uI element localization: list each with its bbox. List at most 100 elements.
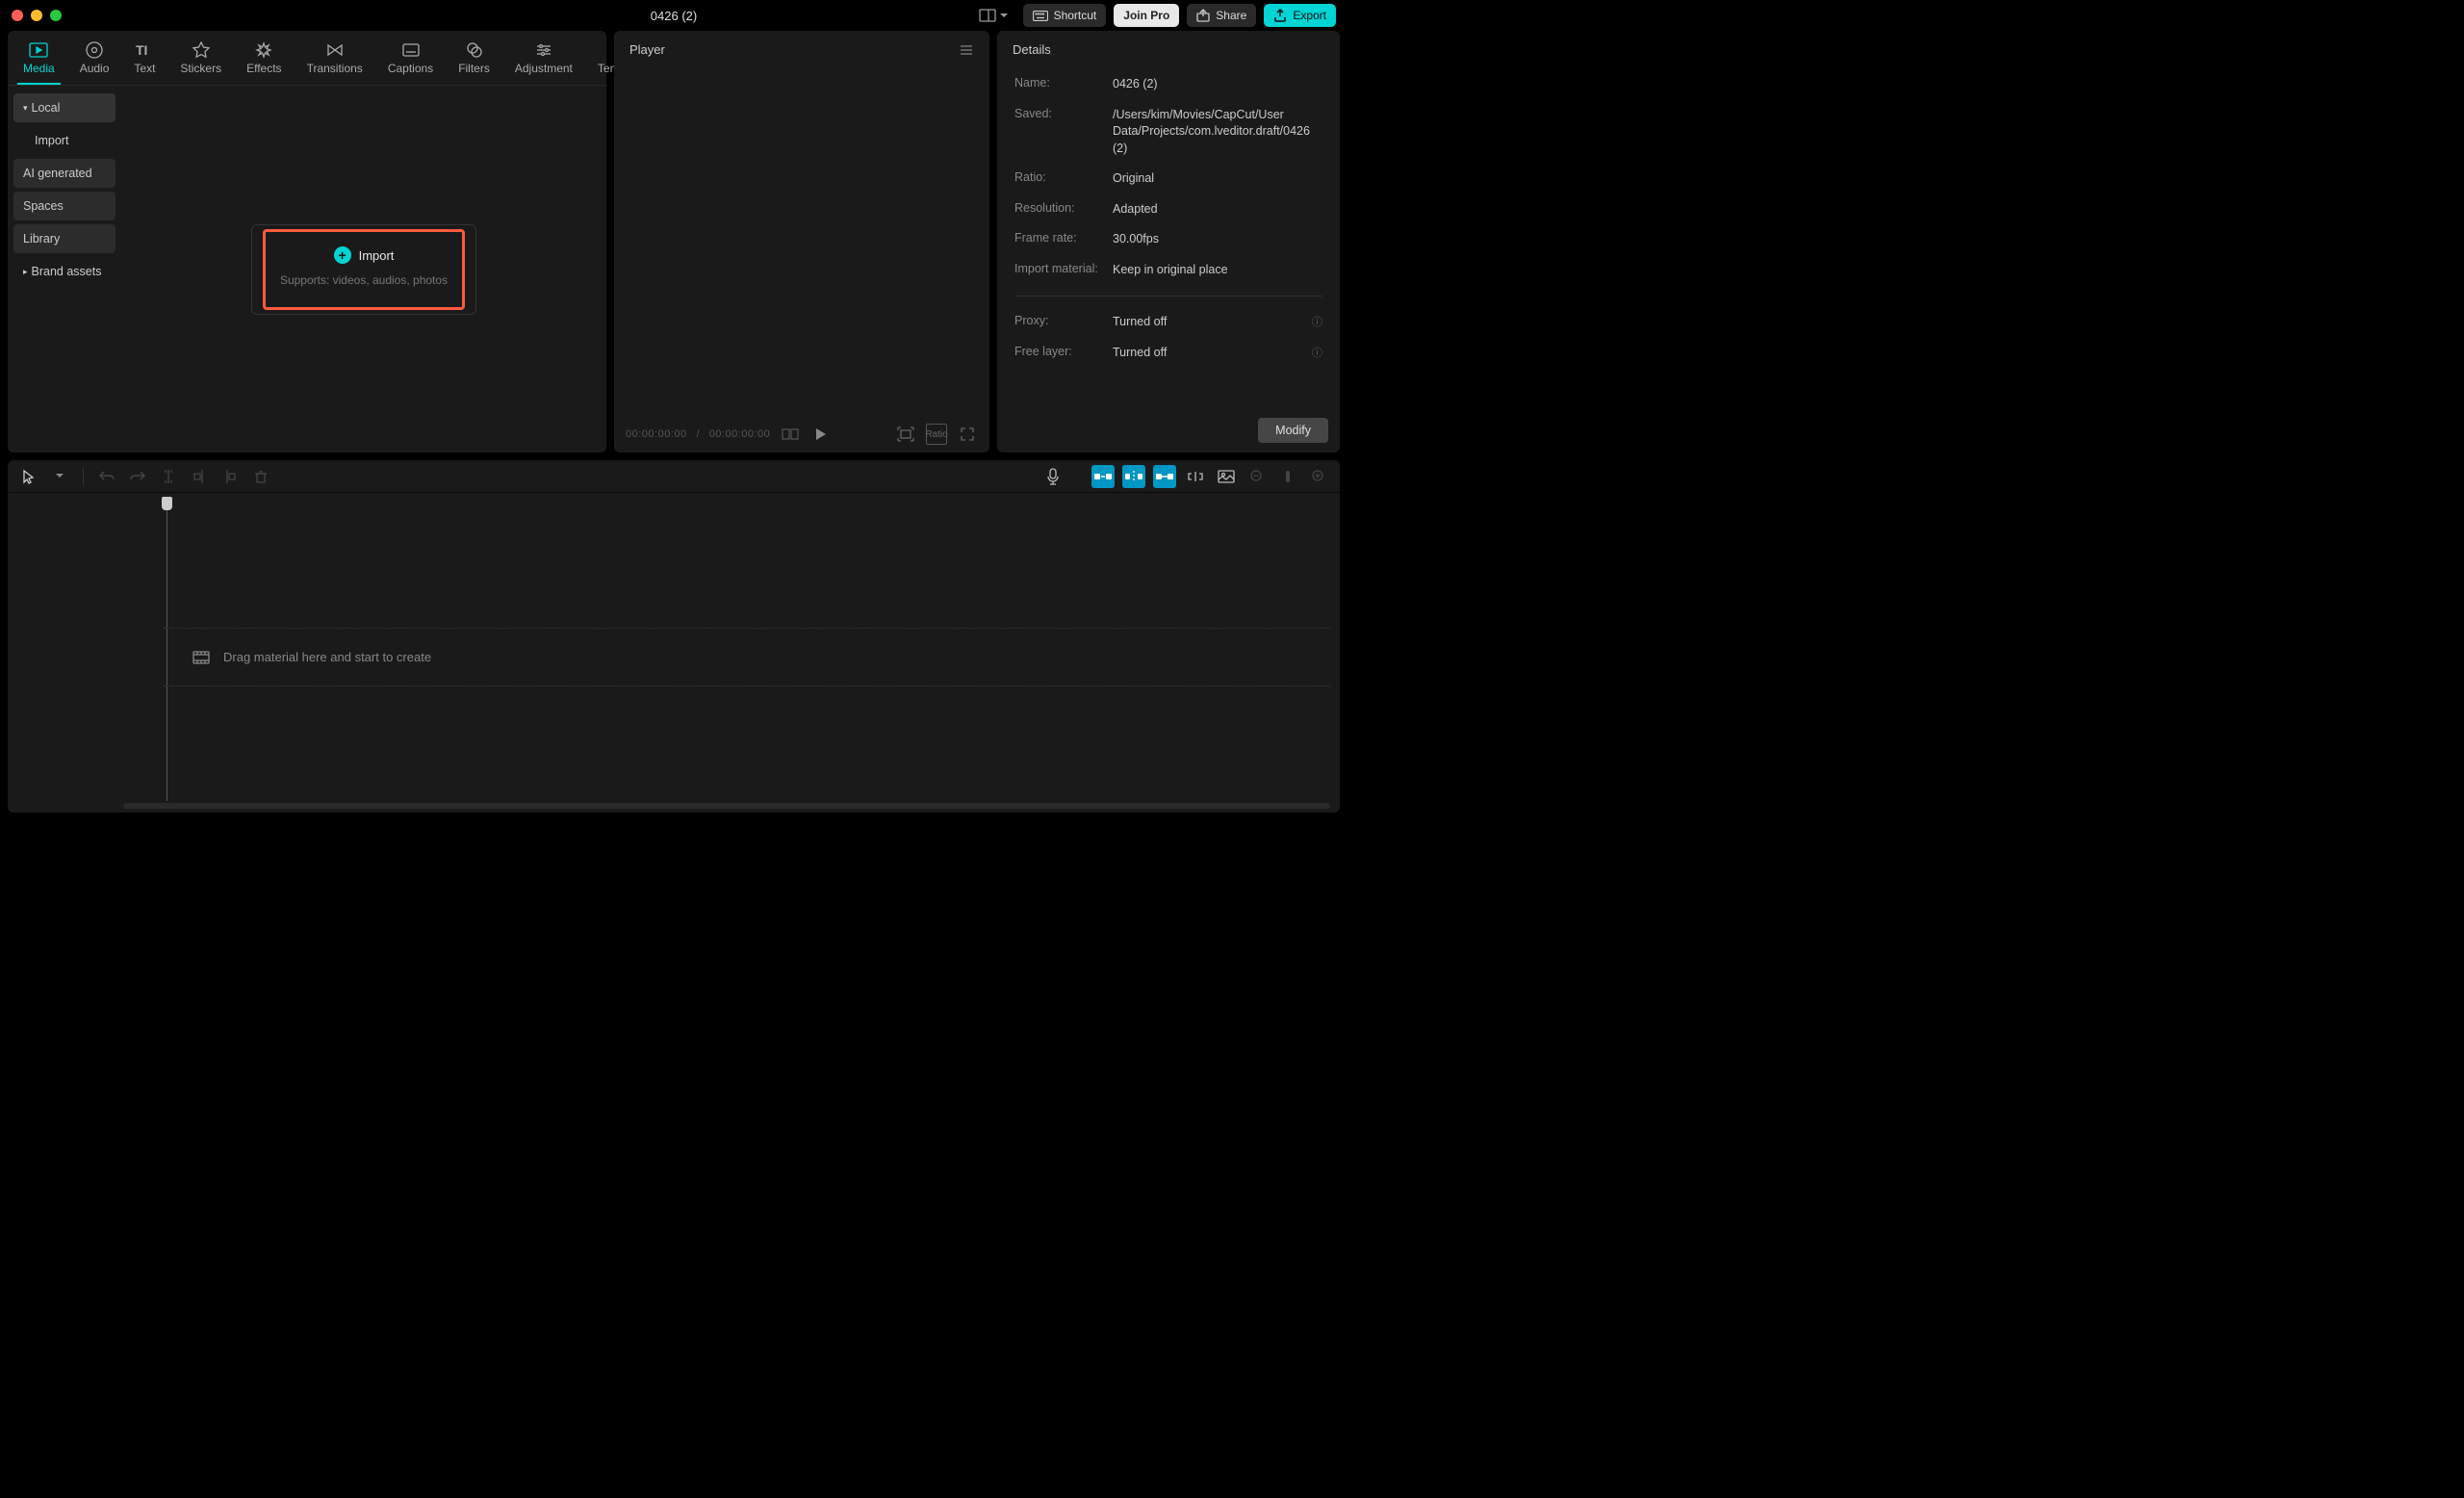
share-button[interactable]: Share <box>1187 4 1256 27</box>
sidebar-item-library[interactable]: Library <box>13 224 116 253</box>
highlight-overlay <box>263 229 465 310</box>
sidebar-item-ai[interactable]: AI generated <box>13 159 116 188</box>
details-header: Details <box>997 31 1340 68</box>
sidebar-item-spaces[interactable]: Spaces <box>13 192 116 220</box>
detail-divider <box>1014 296 1322 297</box>
detail-freelayer-row: Free layer: Turned off ⓘ <box>1014 345 1322 362</box>
tab-effects[interactable]: Effects <box>241 37 287 85</box>
detail-name-value: 0426 (2) <box>1113 76 1322 93</box>
shortcut-button[interactable]: Shortcut <box>1023 4 1107 27</box>
redo-button[interactable] <box>126 465 149 488</box>
detail-framerate-value: 30.00fps <box>1113 231 1322 248</box>
info-icon[interactable]: ⓘ <box>1312 314 1322 331</box>
zoom-in-button[interactable] <box>1307 465 1330 488</box>
timeline-toolbar <box>8 460 1340 493</box>
linkage-button[interactable] <box>1153 465 1176 488</box>
media-content-area: +Import Supports: videos, audios, photos <box>121 86 606 452</box>
detail-saved-row: Saved: /Users/kim/Movies/CapCut/User Dat… <box>1014 107 1322 158</box>
layout-icon <box>979 9 996 22</box>
sidebar-item-brand[interactable]: ▸Brand assets <box>13 257 116 286</box>
export-label: Export <box>1293 9 1326 22</box>
timeline-body[interactable]: Drag material here and start to create <box>8 493 1340 813</box>
join-pro-button[interactable]: Join Pro <box>1114 4 1179 27</box>
auto-snap-button[interactable] <box>1122 465 1145 488</box>
modify-button[interactable]: Modify <box>1258 418 1328 443</box>
tab-media-label: Media <box>23 62 55 75</box>
detail-proxy-row: Proxy: Turned off ⓘ <box>1014 314 1322 331</box>
tab-transitions[interactable]: Transitions <box>301 37 369 85</box>
play-button[interactable] <box>810 424 832 445</box>
sidebar-item-local[interactable]: ▾Local <box>13 93 116 122</box>
info-icon[interactable]: ⓘ <box>1312 345 1322 362</box>
layout-switcher[interactable] <box>971 5 1015 26</box>
timeline-scrollbar[interactable] <box>123 803 1330 809</box>
zoom-slider[interactable] <box>1276 465 1299 488</box>
total-time: 00:00:00:00 <box>709 428 771 440</box>
tab-text-label: Text <box>134 62 155 75</box>
delete-button[interactable] <box>249 465 272 488</box>
player-viewport <box>614 68 989 416</box>
record-audio-button[interactable] <box>1041 465 1065 488</box>
tool-dropdown[interactable] <box>48 465 71 488</box>
tab-stickers-label: Stickers <box>180 62 221 75</box>
delete-right-button[interactable] <box>218 465 242 488</box>
fullscreen-button[interactable] <box>957 424 978 445</box>
main-track[interactable]: Drag material here and start to create <box>164 628 1330 686</box>
window-controls <box>12 10 62 21</box>
playhead-handle[interactable] <box>162 497 172 510</box>
delete-left-button[interactable] <box>188 465 211 488</box>
tab-audio[interactable]: Audio <box>74 37 116 85</box>
detail-ratio-row: Ratio: Original <box>1014 170 1322 188</box>
sidebar-item-import[interactable]: Import <box>13 126 116 155</box>
zoom-out-button[interactable] <box>1245 465 1269 488</box>
maximize-window-button[interactable] <box>50 10 62 21</box>
pointer-tool[interactable] <box>17 465 40 488</box>
detail-proxy-label: Proxy: <box>1014 314 1113 331</box>
effects-icon <box>254 40 273 60</box>
tab-captions[interactable]: Captions <box>382 37 439 85</box>
close-window-button[interactable] <box>12 10 23 21</box>
tab-audio-label: Audio <box>80 62 110 75</box>
shortcut-label: Shortcut <box>1054 9 1097 22</box>
player-panel: Player 00:00:00:00 / 00:00:00:00 Ratio <box>614 31 989 452</box>
undo-button[interactable] <box>95 465 118 488</box>
cover-button[interactable] <box>1215 465 1238 488</box>
preview-axis-button[interactable] <box>1184 465 1207 488</box>
detail-saved-label: Saved: <box>1014 107 1113 158</box>
media-panel: Media Audio TI Text Stickers Effects <box>8 31 606 452</box>
player-controls: 00:00:00:00 / 00:00:00:00 Ratio <box>614 416 989 452</box>
player-header: Player <box>614 31 989 68</box>
export-button[interactable]: Export <box>1264 4 1336 27</box>
project-title: 0426 (2) <box>651 9 697 23</box>
player-menu-icon[interactable] <box>959 44 974 56</box>
svg-text:TI: TI <box>136 42 147 58</box>
transitions-icon <box>325 40 345 60</box>
tab-filters[interactable]: Filters <box>452 37 496 85</box>
tab-stickers[interactable]: Stickers <box>174 37 227 85</box>
minimize-window-button[interactable] <box>31 10 42 21</box>
tab-transitions-label: Transitions <box>307 62 363 75</box>
compare-button[interactable] <box>780 424 801 445</box>
detail-import-row: Import material: Keep in original place <box>1014 262 1322 279</box>
join-pro-label: Join Pro <box>1123 9 1169 22</box>
ratio-button[interactable]: Ratio <box>926 424 947 445</box>
keyboard-icon <box>1033 11 1048 21</box>
tab-adjustment[interactable]: Adjustment <box>509 37 578 85</box>
timeline-hint: Drag material here and start to create <box>223 650 431 664</box>
film-icon <box>192 651 210 664</box>
frame-button[interactable] <box>895 424 916 445</box>
detail-name-row: Name: 0426 (2) <box>1014 76 1322 93</box>
main-track-magnet-button[interactable] <box>1091 465 1115 488</box>
tab-text[interactable]: TI Text <box>128 37 161 85</box>
modify-label: Modify <box>1275 424 1311 437</box>
time-separator: / <box>697 428 700 440</box>
detail-framerate-row: Frame rate: 30.00fps <box>1014 231 1322 248</box>
detail-ratio-label: Ratio: <box>1014 170 1113 188</box>
sidebar-local-label: Local <box>32 101 61 115</box>
tab-media[interactable]: Media <box>17 37 61 85</box>
split-button[interactable] <box>157 465 180 488</box>
detail-resolution-label: Resolution: <box>1014 201 1113 219</box>
tab-adjustment-label: Adjustment <box>515 62 573 75</box>
detail-freelayer-label: Free layer: <box>1014 345 1113 362</box>
detail-framerate-label: Frame rate: <box>1014 231 1113 248</box>
